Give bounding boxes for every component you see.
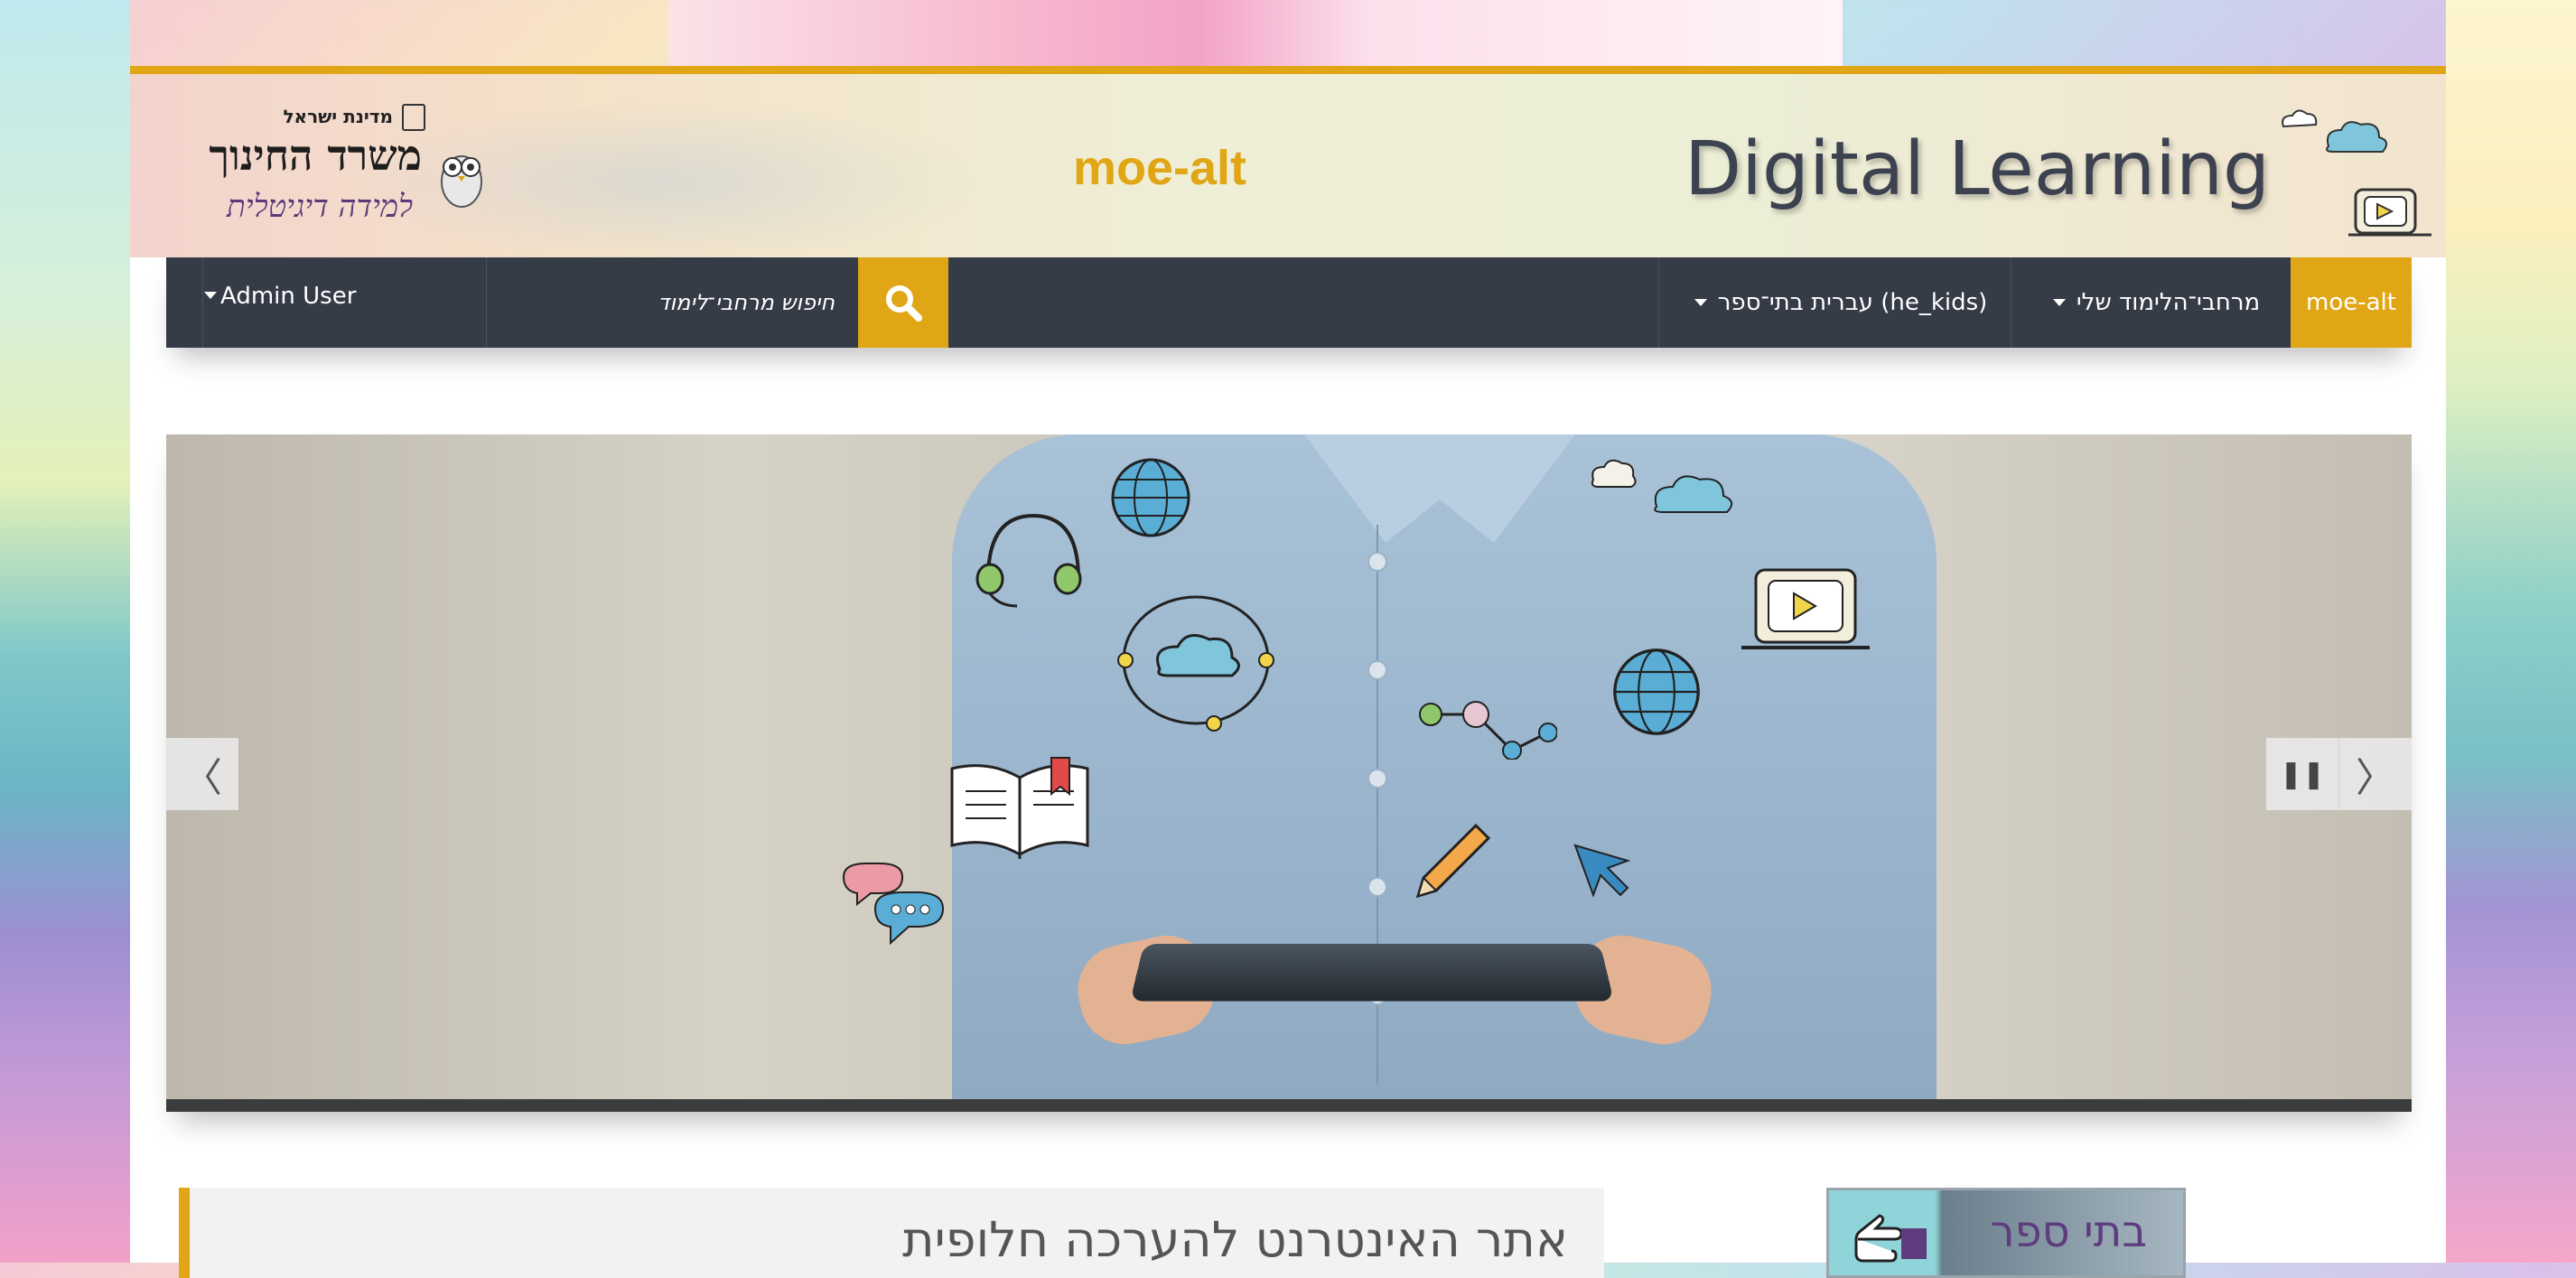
schools-label: בתי ספר	[1990, 1207, 2147, 1257]
search-icon	[886, 285, 922, 322]
headset-icon	[975, 513, 1082, 608]
brand-title: Digital Learning	[1685, 126, 2270, 212]
nav-home-link[interactable]: moe-alt	[2291, 257, 2412, 348]
nav-language-label: עברית בתי־ספר (he_kids)	[1717, 289, 1988, 316]
section-title-box: אתר האינטרנט להערכה חלופית	[179, 1188, 1604, 1278]
search-input[interactable]	[486, 257, 858, 348]
laptop-play-icon	[1741, 568, 1870, 649]
hero-image-carousel: 〈 ❚❚ 〉	[166, 434, 2412, 1112]
carousel-pause-button[interactable]: ❚❚	[2266, 738, 2339, 810]
pointing-hand-icon	[1854, 1214, 1927, 1263]
open-book-icon	[950, 757, 1089, 859]
gov-label: מדינת ישראל	[283, 106, 393, 127]
caret-down-icon	[204, 292, 217, 299]
section-title: אתר האינטרנט להערכה חלופית	[902, 1211, 1568, 1268]
caret-down-icon	[1694, 299, 1707, 306]
cloud-laptop-illustration-icon	[2282, 109, 2431, 237]
pause-icon: ❚❚	[2279, 758, 2326, 790]
globe-icon	[1613, 648, 1700, 735]
nav-divider	[486, 257, 487, 348]
ministry-title: משרד החינוך	[209, 131, 422, 180]
carousel-prev-button[interactable]: 〈	[166, 738, 238, 810]
nav-home-label: moe-alt	[2306, 289, 2396, 316]
nav-my-spaces-label: מרחבי־הלימוד שלי	[2076, 289, 2261, 316]
owl-icon	[441, 155, 482, 208]
carousel-next-button[interactable]: 〉	[2339, 738, 2412, 810]
search-button[interactable]	[858, 257, 948, 348]
site-header: מדינת ישראל משרד החינוך למידה דיגיטלית m…	[130, 66, 2446, 257]
nav-divider	[202, 257, 203, 348]
chevron-right-icon: 〉	[2356, 755, 2395, 801]
shirt-button	[1367, 660, 1387, 680]
chevron-left-icon: 〈	[182, 755, 222, 801]
background-right-panel	[2446, 0, 2576, 1263]
shirt-button	[1367, 552, 1387, 572]
main-navbar: moe-alt מרחבי־הלימוד שלי עברית בתי־ספר (…	[166, 257, 2412, 348]
pencil-icon	[1415, 823, 1491, 899]
cursor-arrow-icon	[1573, 844, 1631, 898]
shirt-button	[1367, 769, 1387, 788]
slide-tablet	[1130, 944, 1614, 1002]
page-container: מדינת ישראל משרד החינוך למידה דיגיטלית m…	[130, 66, 2446, 1278]
caret-down-icon	[2052, 299, 2066, 306]
background-left-panel	[0, 0, 130, 1263]
user-name-label: Admin User	[220, 283, 357, 310]
cloud-network-icon	[1117, 595, 1274, 732]
shirt-button	[1367, 877, 1387, 897]
carousel-progress-bar	[166, 1099, 2412, 1112]
network-nodes-icon	[1419, 701, 1557, 760]
clouds-icon	[1591, 459, 1733, 513]
schools-banner-link[interactable]: בתי ספר	[1826, 1188, 2186, 1278]
chat-bubbles-icon	[842, 863, 945, 946]
user-menu-dropdown[interactable]: Admin User	[204, 257, 484, 348]
ministry-logo[interactable]: מדינת ישראל משרד החינוך למידה דיגיטלית	[171, 97, 487, 232]
gov-emblem-icon	[402, 104, 425, 131]
nav-my-spaces-dropdown[interactable]: מרחבי־הלימוד שלי	[2011, 257, 2291, 348]
globe-icon	[1111, 458, 1190, 537]
site-title: moe-alt	[1073, 141, 1247, 195]
nav-language-dropdown[interactable]: עברית בתי־ספר (he_kids)	[1659, 257, 2011, 348]
ministry-subtitle: למידה דיגיטלית	[227, 189, 413, 225]
background-top-strip	[668, 0, 1843, 67]
